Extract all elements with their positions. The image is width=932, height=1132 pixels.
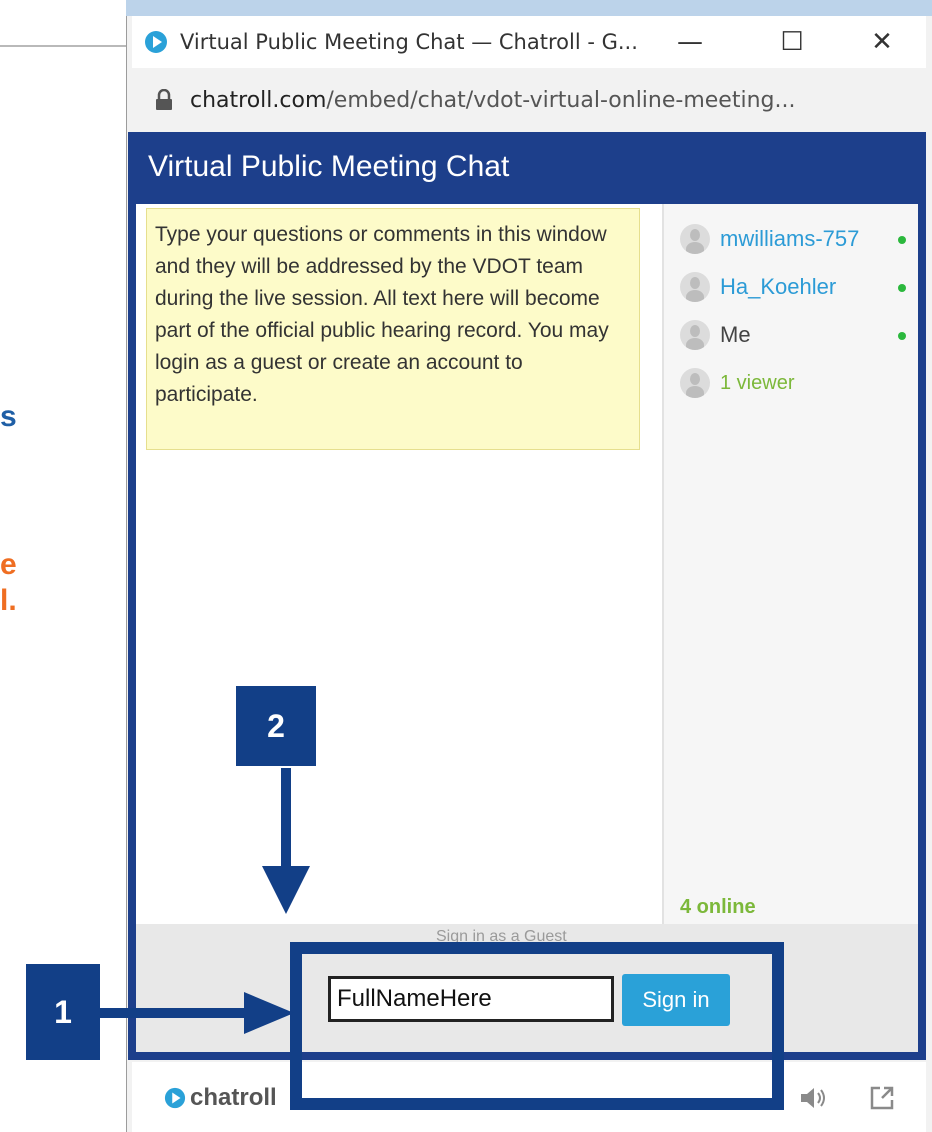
online-status-icon — [898, 284, 906, 292]
slide-text-fragment-orange-2: l. — [0, 584, 17, 617]
chat-notice: Type your questions or comments in this … — [146, 208, 640, 450]
lock-icon — [154, 88, 174, 111]
footer-brand: chatroll — [190, 1084, 277, 1111]
online-count: 4 online — [680, 896, 756, 918]
avatar-icon — [680, 368, 710, 398]
minimize-button[interactable]: — — [670, 24, 710, 60]
background-strip — [126, 0, 932, 16]
popout-icon[interactable] — [866, 1082, 898, 1114]
slide-text-fragment-orange-1: e — [0, 548, 17, 581]
slide-text-fragment-blue: s — [0, 400, 17, 433]
chat-widget: Virtual Public Meeting Chat Type your qu… — [128, 132, 926, 1060]
chat-title: Virtual Public Meeting Chat — [148, 150, 510, 183]
address-bar[interactable]: chatroll.com/embed/chat/vdot-virtual-onl… — [132, 70, 926, 130]
user-item[interactable]: mwilliams-757 — [680, 222, 910, 256]
url-text: chatroll.com/embed/chat/vdot-virtual-onl… — [190, 88, 795, 113]
viewer-count: 1 viewer — [720, 371, 795, 394]
sound-icon[interactable] — [798, 1082, 830, 1114]
online-status-icon — [898, 332, 906, 340]
avatar-icon — [680, 320, 710, 350]
close-button[interactable]: ✕ — [862, 24, 902, 60]
window-titlebar: Virtual Public Meeting Chat — Chatroll -… — [132, 16, 926, 68]
url-host: chatroll.com — [190, 87, 327, 113]
avatar-icon — [680, 272, 710, 302]
arrow-right-icon — [100, 992, 294, 1034]
user-item[interactable]: Me — [680, 318, 910, 352]
highlight-rectangle — [290, 942, 784, 1110]
message-pane[interactable]: Type your questions or comments in this … — [136, 204, 662, 924]
chat-body: Type your questions or comments in this … — [136, 204, 918, 1052]
chatroll-logo-icon — [164, 1087, 186, 1109]
user-item[interactable]: Ha_Koehler — [680, 270, 910, 304]
avatar-icon — [680, 224, 710, 254]
window-title: Virtual Public Meeting Chat — Chatroll -… — [180, 30, 638, 54]
online-status-icon — [898, 236, 906, 244]
arrow-down-icon — [262, 768, 310, 914]
user-name: Ha_Koehler — [720, 274, 837, 299]
chatroll-app-icon — [144, 30, 168, 54]
user-list: mwilliams-757 Ha_Koehler Me 1 viewer 4 o… — [662, 204, 918, 924]
user-name: Me — [720, 322, 751, 347]
url-path: /embed/chat/vdot-virtual-online-meeting.… — [326, 87, 796, 113]
user-name: mwilliams-757 — [720, 226, 860, 251]
viewer-item: 1 viewer — [680, 366, 910, 400]
callout-2: 2 — [236, 686, 316, 766]
chatroll-logo[interactable]: chatroll — [164, 1084, 277, 1112]
callout-1: 1 — [26, 964, 100, 1060]
maximize-button[interactable]: ☐ — [772, 24, 812, 60]
